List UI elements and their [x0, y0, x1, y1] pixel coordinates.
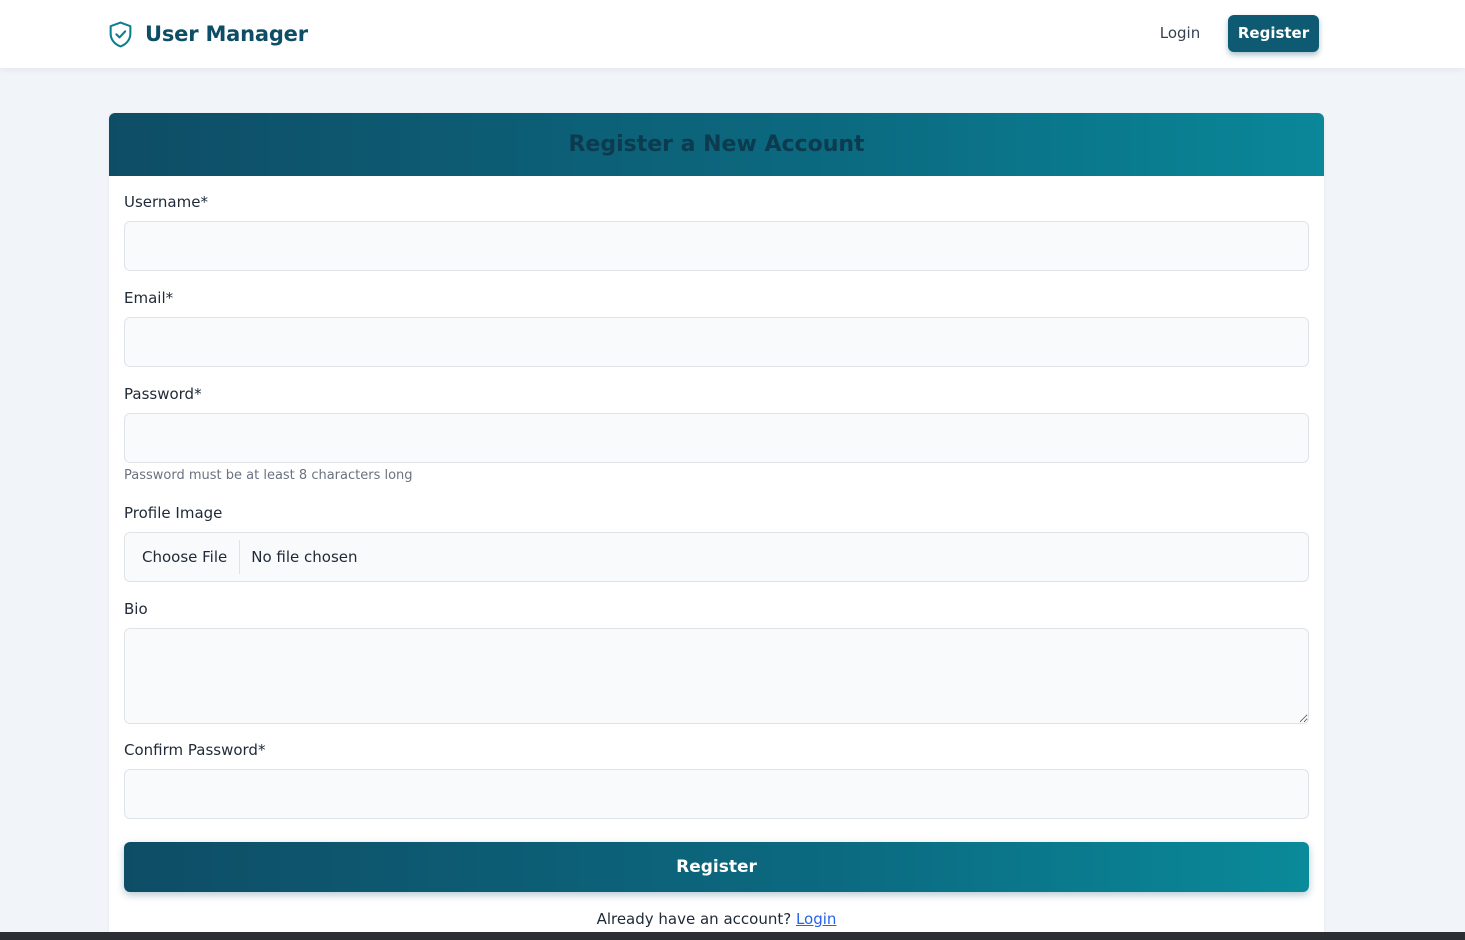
- login-prompt: Already have an account? Login: [109, 908, 1324, 930]
- brand[interactable]: User Manager: [108, 19, 308, 49]
- bottom-bar: [0, 932, 1465, 940]
- login-prompt-text: Already have an account?: [596, 910, 792, 928]
- navbar: User Manager Login Register: [0, 0, 1465, 68]
- profile-image-label: Profile Image: [124, 504, 223, 522]
- email-label: Email*: [124, 289, 174, 307]
- card-header: Register a New Account: [109, 113, 1324, 176]
- bio-textarea[interactable]: [124, 628, 1309, 724]
- email-field[interactable]: [124, 317, 1309, 367]
- page-title: Register a New Account: [568, 132, 865, 157]
- password-hint: Password must be at least 8 characters l…: [124, 468, 413, 483]
- register-submit-button[interactable]: Register: [124, 842, 1309, 892]
- login-link[interactable]: Login: [796, 910, 836, 928]
- username-field[interactable]: [124, 221, 1309, 271]
- username-label: Username*: [124, 193, 208, 211]
- confirm-password-field[interactable]: [124, 769, 1309, 819]
- shield-check-icon: [109, 21, 132, 47]
- profile-image-input[interactable]: Choose File No file chosen: [124, 532, 1309, 582]
- choose-file-button[interactable]: Choose File: [125, 540, 241, 574]
- brand-name: User Manager: [145, 22, 308, 46]
- nav-login-link[interactable]: Login: [1147, 20, 1213, 46]
- register-card: Register a New Account Username* Email* …: [109, 113, 1324, 940]
- password-label: Password*: [124, 385, 202, 403]
- confirm-password-label: Confirm Password*: [124, 741, 266, 759]
- password-field[interactable]: [124, 413, 1309, 463]
- nav-register-button[interactable]: Register: [1228, 15, 1319, 52]
- bio-label: Bio: [124, 600, 148, 618]
- file-status: No file chosen: [251, 548, 358, 566]
